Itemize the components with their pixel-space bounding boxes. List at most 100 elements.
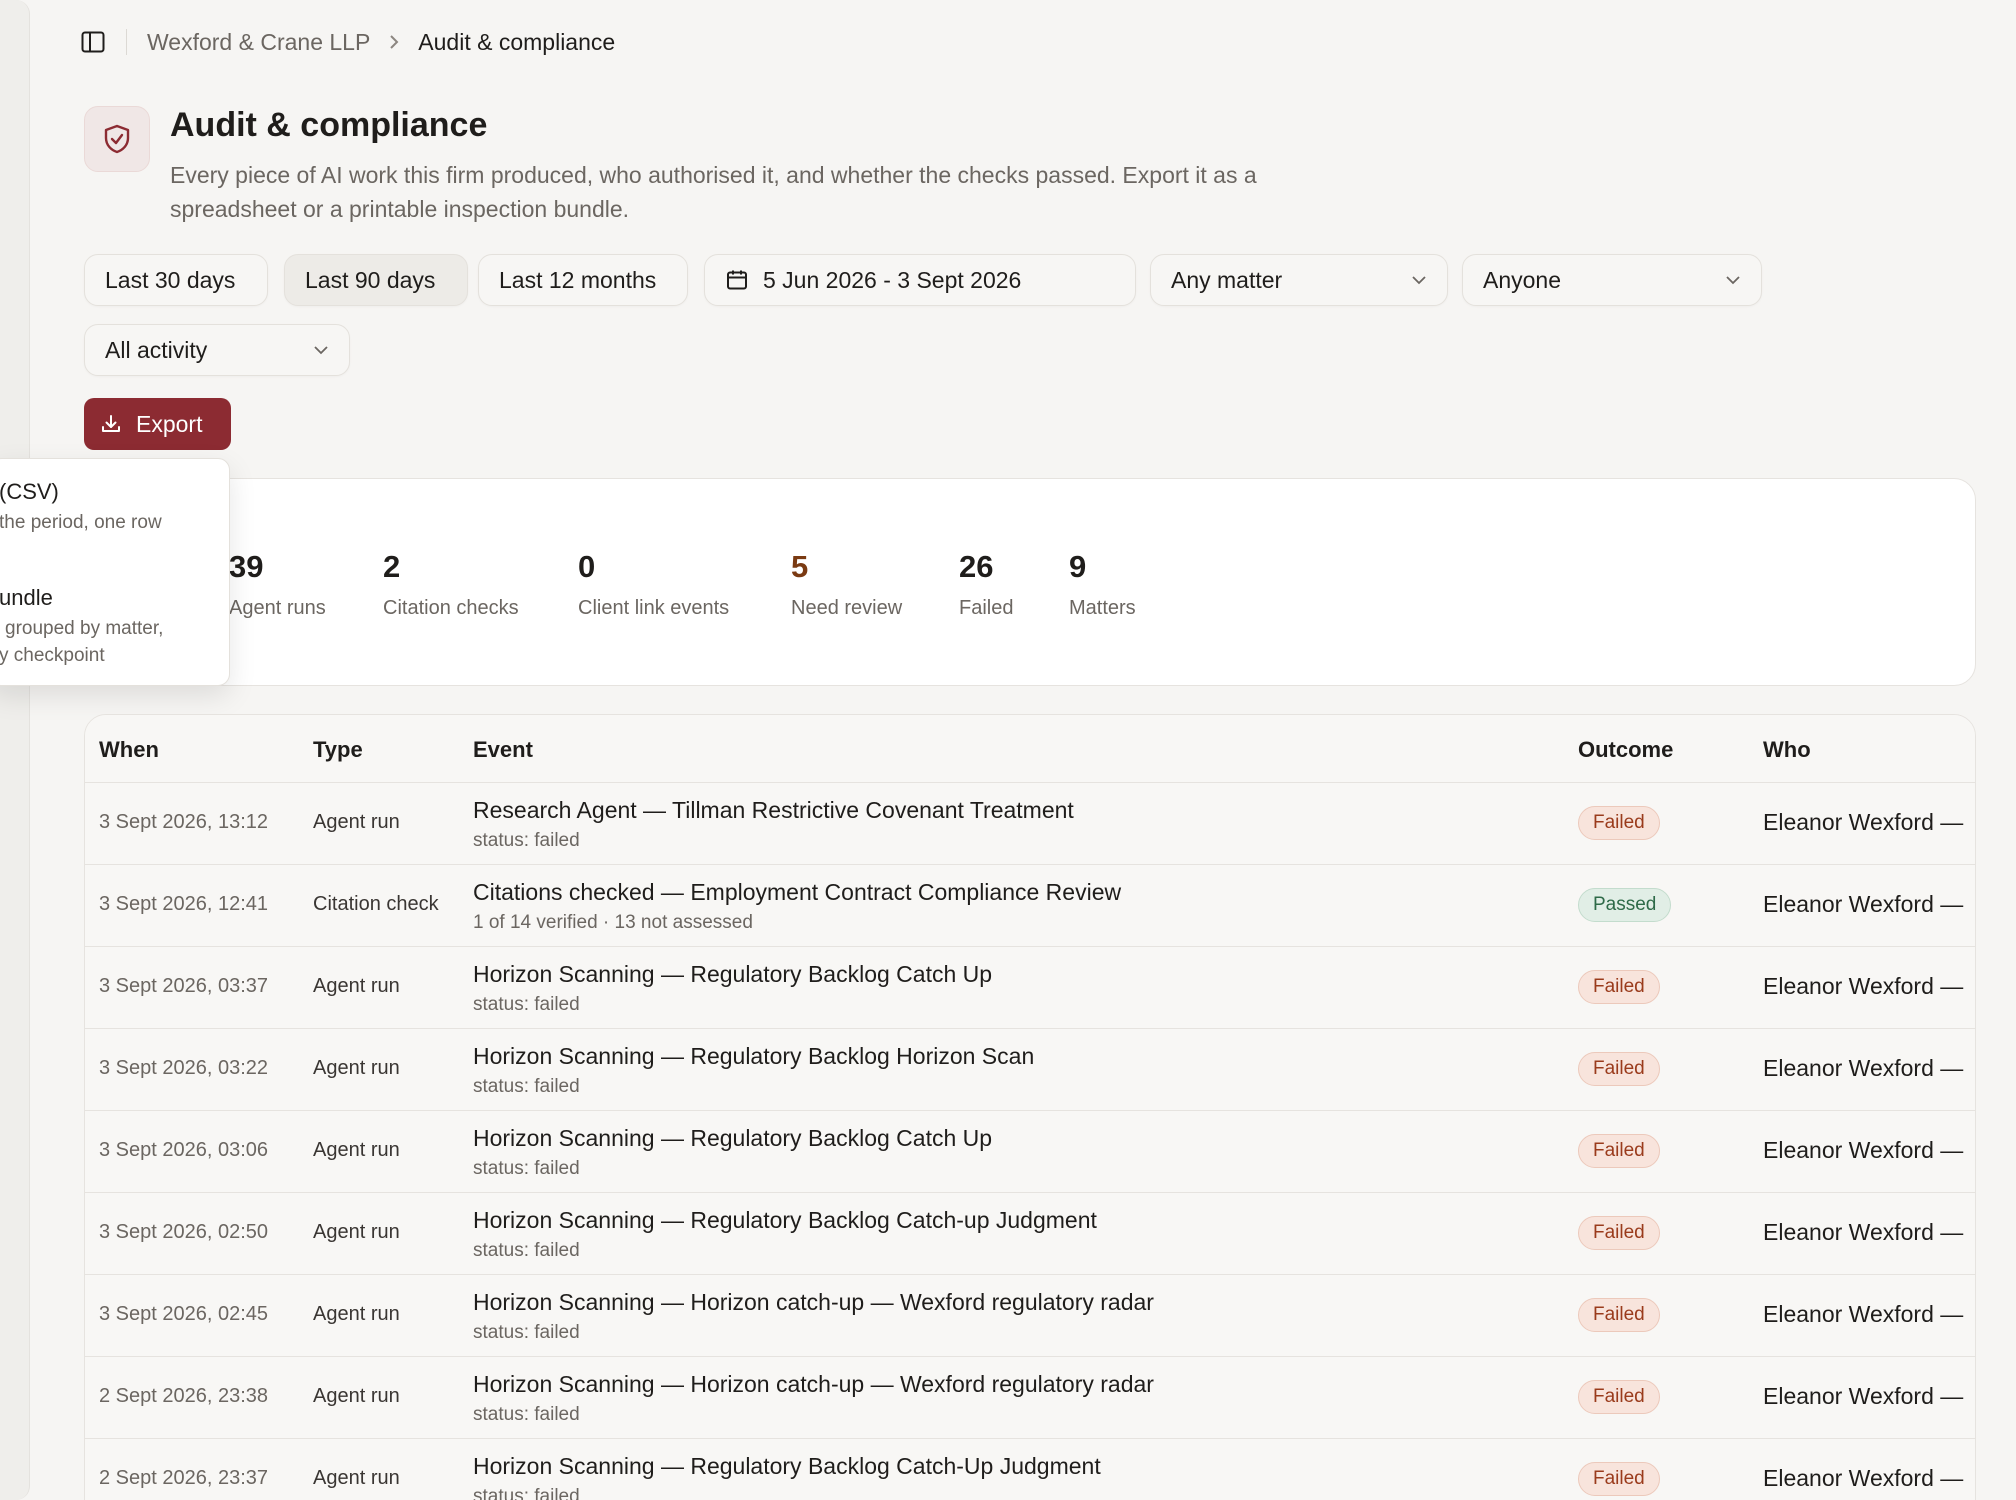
- table-row[interactable]: 3 Sept 2026, 03:22 Agent run Horizon Sca…: [85, 1029, 1975, 1111]
- stat-value: 5: [791, 549, 809, 584]
- range-label: Last 12 months: [499, 266, 657, 293]
- menu-item-description: grouped by matter,: [5, 618, 164, 639]
- cell-who: Eleanor Wexford —: [1763, 1219, 1964, 1245]
- stat-label: Failed: [959, 597, 1014, 619]
- event-title: Horizon Scanning — Regulatory Backlog Ca…: [473, 1453, 1101, 1479]
- status-badge: Passed: [1578, 888, 1672, 922]
- calendar-icon: [725, 268, 749, 292]
- column-header-type[interactable]: Type: [313, 737, 363, 763]
- event-title: Horizon Scanning — Regulatory Backlog Ho…: [473, 1043, 1035, 1069]
- column-header-who[interactable]: Who: [1763, 737, 1811, 763]
- date-range-picker[interactable]: 5 Jun 2026 - 3 Sept 2026: [704, 254, 1136, 306]
- cell-event: Citations checked — Employment Contract …: [473, 879, 1121, 934]
- event-title: Horizon Scanning — Horizon catch-up — We…: [473, 1289, 1154, 1315]
- cell-event: Research Agent — Tillman Restrictive Cov…: [473, 797, 1074, 852]
- range-label: Last 90 days: [305, 266, 436, 293]
- stat-value: 39: [229, 549, 264, 584]
- cell-who: Eleanor Wexford —: [1763, 1465, 1964, 1491]
- table-row[interactable]: 3 Sept 2026, 13:12 Agent run Research Ag…: [85, 783, 1975, 865]
- cell-event: Horizon Scanning — Horizon catch-up — We…: [473, 1289, 1154, 1344]
- breadcrumb-firm-link[interactable]: Wexford & Crane LLP: [147, 29, 370, 56]
- event-subtitle: status: failed: [473, 1076, 580, 1097]
- event-subtitle: status: failed: [473, 830, 580, 851]
- menu-item-title: undle: [0, 585, 53, 610]
- page-description: Every piece of AI work this firm produce…: [170, 162, 1257, 222]
- event-subtitle: status: failed: [473, 1486, 580, 1500]
- menu-item-description: y checkpoint: [0, 645, 105, 666]
- column-header-event[interactable]: Event: [473, 737, 533, 763]
- stat-label: Matters: [1069, 597, 1136, 619]
- cell-type: Citation check: [313, 893, 439, 915]
- chevron-down-icon: [1725, 275, 1741, 285]
- cell-type: Agent run: [313, 1057, 400, 1079]
- table-row[interactable]: 2 Sept 2026, 23:37 Agent run Horizon Sca…: [85, 1439, 1975, 1500]
- cell-when: 3 Sept 2026, 12:41: [99, 893, 269, 915]
- export-bundle-menu-item[interactable]: undle grouped by matter, y checkpoint: [0, 585, 229, 677]
- shield-check-icon: [84, 106, 150, 172]
- table-row[interactable]: 3 Sept 2026, 02:45 Agent run Horizon Sca…: [85, 1275, 1975, 1357]
- table-row[interactable]: 3 Sept 2026, 12:41 Citation check Citati…: [85, 865, 1975, 947]
- range-last-90-days-button[interactable]: Last 90 days: [284, 254, 468, 306]
- person-select[interactable]: Anyone: [1462, 254, 1762, 306]
- table-row[interactable]: 2 Sept 2026, 23:38 Agent run Horizon Sca…: [85, 1357, 1975, 1439]
- stat-label: Client link events: [578, 597, 730, 619]
- cell-type: Agent run: [313, 811, 400, 833]
- chevron-down-icon: [313, 345, 329, 355]
- range-last-30-days-button[interactable]: Last 30 days: [84, 254, 268, 306]
- breadcrumb: Wexford & Crane LLP Audit & compliance: [78, 22, 615, 62]
- range-last-12-months-button[interactable]: Last 12 months: [478, 254, 688, 306]
- cell-event: Horizon Scanning — Regulatory Backlog Ho…: [473, 1043, 1034, 1098]
- table-row[interactable]: 3 Sept 2026, 02:50 Agent run Horizon Sca…: [85, 1193, 1975, 1275]
- cell-when: 3 Sept 2026, 02:50: [99, 1221, 269, 1243]
- stat-client-link-events: 0 Client link events: [578, 549, 729, 620]
- stat-citation-checks: 2 Citation checks: [383, 549, 519, 620]
- range-label: Last 30 days: [105, 266, 236, 293]
- summary-stats-card: 39 Agent runs 2 Citation checks 0 Client…: [84, 478, 1976, 686]
- menu-item-title: (CSV): [0, 479, 59, 504]
- matter-select-value: Any matter: [1171, 266, 1283, 293]
- event-subtitle: status: failed: [473, 1404, 580, 1425]
- breadcrumb-current: Audit & compliance: [418, 28, 616, 55]
- date-range-value: 5 Jun 2026 - 3 Sept 2026: [763, 266, 1022, 293]
- audit-events-table: When Type Event Outcome Who 3 Sept 2026,…: [84, 714, 1976, 1500]
- event-title: Research Agent — Tillman Restrictive Cov…: [473, 797, 1074, 823]
- cell-when: 2 Sept 2026, 23:37: [99, 1467, 269, 1489]
- chevron-down-icon: [1411, 275, 1427, 285]
- cell-who: Eleanor Wexford —: [1763, 809, 1964, 835]
- page-title: Audit & compliance: [170, 106, 488, 144]
- export-button-label: Export: [136, 410, 203, 437]
- event-subtitle: status: failed: [473, 1322, 580, 1343]
- matter-select[interactable]: Any matter: [1150, 254, 1448, 306]
- table-row[interactable]: 3 Sept 2026, 03:37 Agent run Horizon Sca…: [85, 947, 1975, 1029]
- status-badge: Failed: [1578, 970, 1660, 1004]
- chevron-right-icon: [388, 34, 400, 50]
- column-header-when[interactable]: When: [99, 737, 159, 763]
- status-badge: Failed: [1578, 1298, 1660, 1332]
- stat-value: 0: [578, 549, 596, 584]
- cell-type: Agent run: [313, 1303, 400, 1325]
- cell-type: Agent run: [313, 975, 400, 997]
- export-csv-menu-item[interactable]: (CSV) the period, one row: [0, 479, 229, 571]
- cell-type: Agent run: [313, 1467, 400, 1489]
- cell-event: Horizon Scanning — Horizon catch-up — We…: [473, 1371, 1154, 1426]
- cell-who: Eleanor Wexford —: [1763, 1301, 1964, 1327]
- event-subtitle: status: failed: [473, 1240, 580, 1261]
- event-title: Horizon Scanning — Horizon catch-up — We…: [473, 1371, 1154, 1397]
- cell-type: Agent run: [313, 1139, 400, 1161]
- status-badge: Failed: [1578, 1052, 1660, 1086]
- download-icon: [100, 413, 122, 435]
- stat-agent-runs: 39 Agent runs: [229, 549, 326, 620]
- event-subtitle: 1 of 14 verified · 13 not assessed: [473, 912, 753, 933]
- stat-value: 26: [959, 549, 994, 584]
- activity-select[interactable]: All activity: [84, 324, 350, 376]
- export-menu: (CSV) the period, one row undle grouped …: [0, 458, 230, 686]
- table-header: When Type Event Outcome Who: [85, 715, 1975, 783]
- cell-who: Eleanor Wexford —: [1763, 1055, 1964, 1081]
- stat-value: 2: [383, 549, 401, 584]
- sidebar-panel-icon[interactable]: [78, 27, 108, 57]
- export-button[interactable]: Export: [84, 398, 231, 450]
- table-row[interactable]: 3 Sept 2026, 03:06 Agent run Horizon Sca…: [85, 1111, 1975, 1193]
- stat-value: 9: [1069, 549, 1087, 584]
- column-header-outcome[interactable]: Outcome: [1578, 737, 1673, 763]
- status-badge: Failed: [1578, 1380, 1660, 1414]
